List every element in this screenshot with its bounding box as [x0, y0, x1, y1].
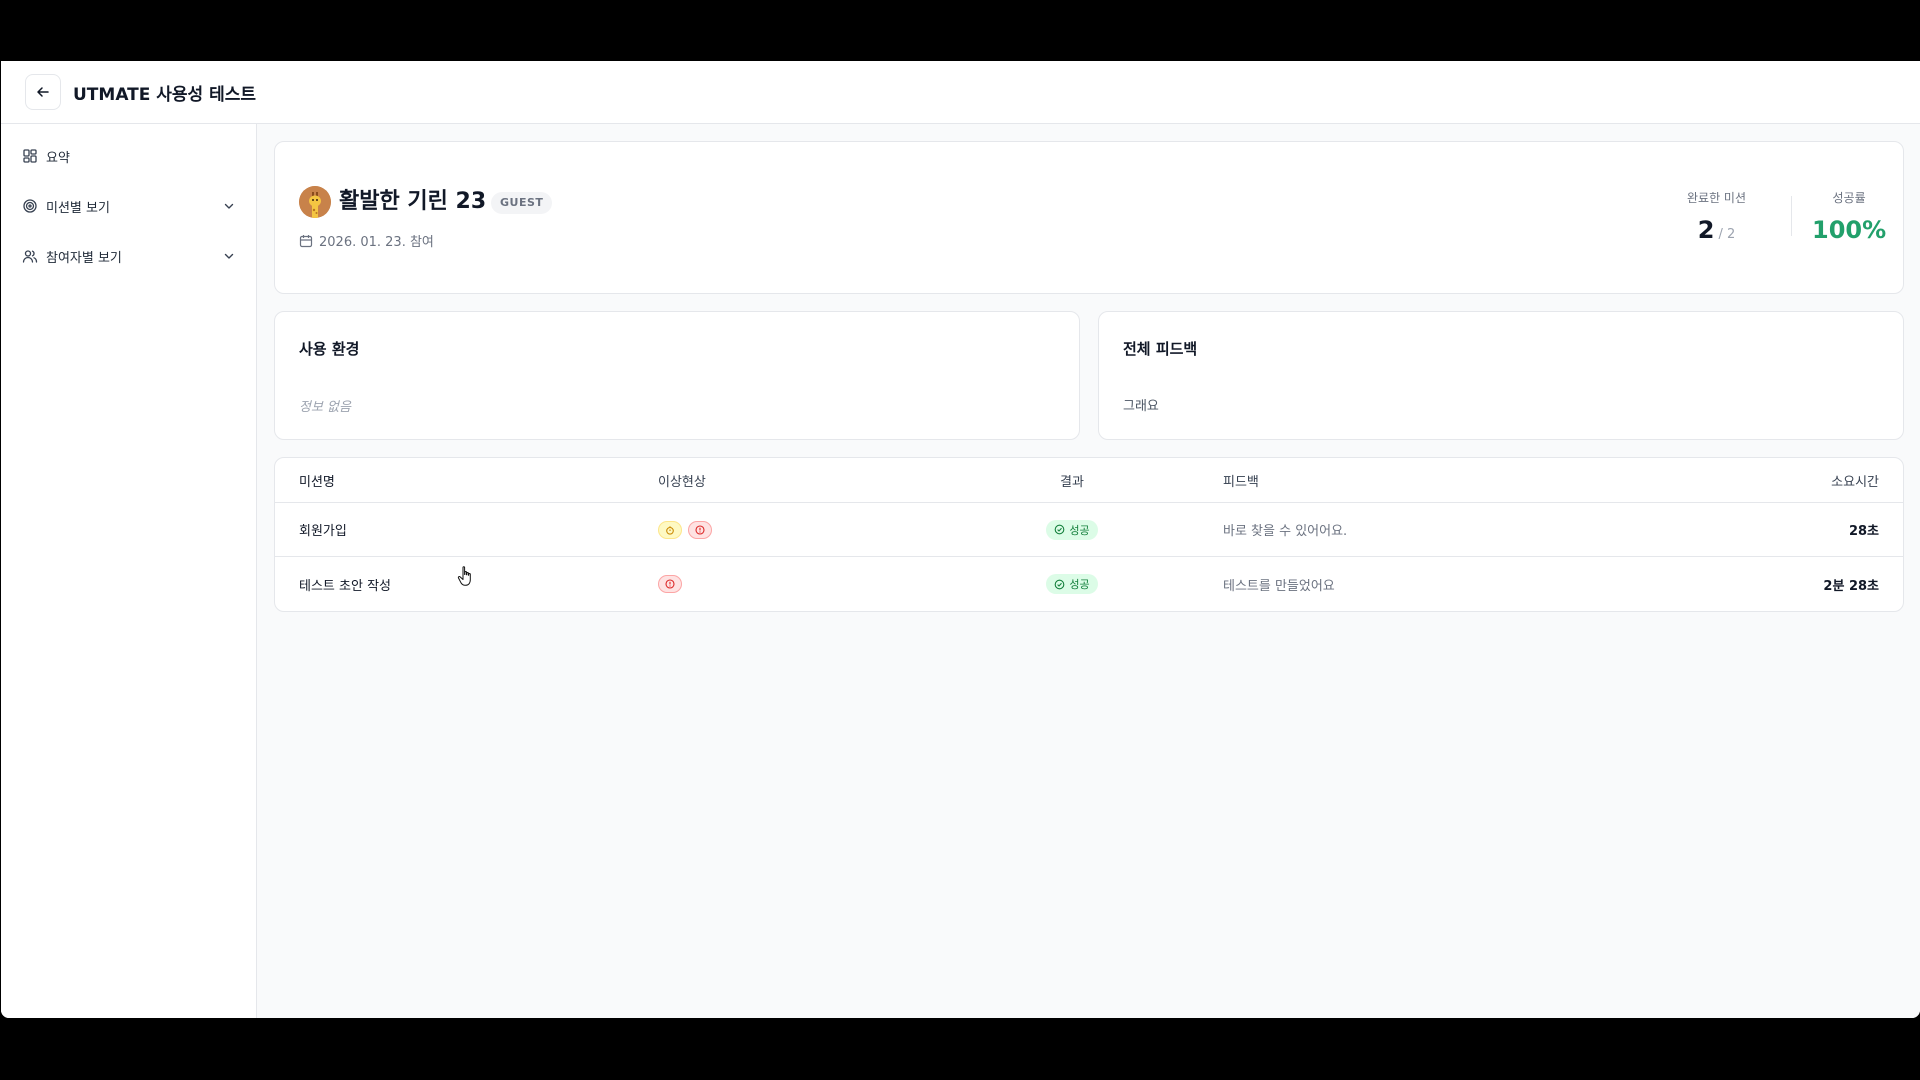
join-date: 2026. 01. 23. 참여: [299, 231, 434, 250]
table-header: 미션명 이상현상 결과 피드백 소요시간: [275, 458, 1903, 503]
top-bar: UTMATE 사용성 테스트: [1, 61, 1920, 124]
participant-name: 활발한 기린 23: [339, 189, 487, 214]
users-icon: [22, 248, 38, 264]
chevron-down-icon[interactable]: [222, 249, 236, 263]
issue-cell: [658, 557, 682, 611]
duration: 2분 28초: [1823, 578, 1879, 594]
completed-total: / 2: [1718, 227, 1736, 242]
alert-issue-pill[interactable]: [688, 520, 712, 539]
check-circle-icon: [1055, 524, 1065, 535]
chevron-down-icon[interactable]: [222, 199, 236, 213]
feedback-text: 테스트를 만들었어요: [1223, 578, 1335, 594]
sidebar: 요약 미션별 보기 참여자별 보기: [1, 124, 257, 1018]
table-row[interactable]: 테스트 초안 작성 성공 테스트를 만들었어요 2분 28초: [275, 557, 1903, 611]
divider: [1791, 196, 1792, 236]
hand-cursor-icon: [457, 566, 471, 586]
sidebar-item-label: 미션별 보기: [46, 200, 110, 216]
result-cell: 성공: [1032, 503, 1112, 556]
main-content: 활발한 기린 23 GUEST 2026. 01. 23. 참여 완료한 미션 …: [257, 124, 1920, 1018]
alert-issue-pill[interactable]: [658, 575, 682, 593]
mission-name: 테스트 초안 작성: [299, 578, 391, 594]
completed-missions-stat: 완료한 미션 2/ 2: [1687, 189, 1746, 244]
stat-label: 완료한 미션: [1687, 191, 1747, 205]
app-window: UTMATE 사용성 테스트 요약 미션별 보기 참여자별 보기 활발한 기린 …: [1, 61, 1920, 1018]
alert-icon: [665, 579, 675, 589]
column-header-result: 결과: [1060, 474, 1084, 490]
issue-cell: [658, 503, 712, 556]
guest-badge: GUEST: [491, 192, 553, 214]
card-title: 전체 피드백: [1123, 340, 1198, 358]
check-circle-icon: [1055, 579, 1065, 589]
overall-feedback-card: 전체 피드백 그래요: [1098, 311, 1904, 440]
warning-icon: [666, 525, 674, 535]
sidebar-item-label: 요약: [46, 150, 70, 166]
sidebar-item-missions[interactable]: 미션별 보기: [1, 188, 256, 224]
giraffe-icon: [299, 186, 331, 218]
column-header-feedback: 피드백: [1223, 474, 1259, 490]
column-header-name: 미션명: [299, 474, 335, 490]
success-badge: 성공: [1046, 574, 1098, 594]
card-title: 사용 환경: [299, 340, 360, 358]
success-badge: 성공: [1046, 519, 1098, 540]
mission-table: 미션명 이상현상 결과 피드백 소요시간 회원가입 성공 바로 찾을 수 있어어…: [274, 457, 1904, 612]
duration: 28초: [1848, 524, 1879, 539]
card-body: 그래요: [1123, 399, 1159, 414]
back-button[interactable]: [25, 74, 61, 110]
participant-profile-card: 활발한 기린 23 GUEST 2026. 01. 23. 참여 완료한 미션 …: [274, 141, 1904, 294]
dashboard-icon: [22, 148, 38, 164]
completed-count: 2: [1697, 216, 1715, 244]
join-date-text: 2026. 01. 23. 참여: [319, 235, 434, 250]
avatar: [299, 186, 331, 218]
table-row[interactable]: 회원가입 성공 바로 찾을 수 있어어요. 28초: [275, 503, 1903, 557]
calendar-icon: [299, 234, 313, 248]
card-body: 정보 없음: [299, 400, 351, 415]
warning-issue-pill[interactable]: [658, 520, 682, 539]
column-header-time: 소요시간: [1831, 474, 1879, 490]
app-title: UTMATE 사용성 테스트: [73, 84, 257, 105]
result-label: 성공: [1069, 578, 1090, 591]
result-cell: 성공: [1032, 557, 1112, 611]
result-label: 성공: [1069, 523, 1090, 537]
stat-value: 100%: [1812, 216, 1887, 244]
sidebar-item-participants[interactable]: 참여자별 보기: [1, 238, 256, 274]
mission-name: 회원가입: [299, 524, 347, 539]
stat-value: 2/ 2: [1687, 216, 1746, 244]
column-header-issue: 이상현상: [658, 474, 706, 490]
target-icon: [22, 198, 38, 214]
environment-card: 사용 환경 정보 없음: [274, 311, 1080, 440]
success-rate-stat: 성공률 100%: [1812, 189, 1886, 244]
sidebar-item-label: 참여자별 보기: [46, 250, 122, 266]
feedback-text: 바로 찾을 수 있어어요.: [1223, 524, 1348, 539]
stat-label: 성공률: [1832, 191, 1866, 205]
sidebar-item-summary[interactable]: 요약: [1, 138, 256, 174]
arrow-left-icon: [37, 87, 49, 97]
alert-icon: [695, 524, 705, 535]
